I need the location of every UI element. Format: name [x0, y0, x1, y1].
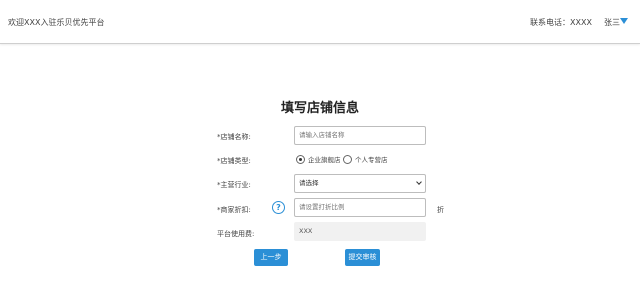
platform-fee-label: 平台使用费:: [217, 230, 255, 238]
radio-enterprise[interactable]: 企业旗舰店: [296, 154, 341, 164]
chevron-down-icon: [416, 179, 422, 185]
caret-down-icon[interactable]: [620, 18, 628, 24]
question-circle-icon[interactable]: ?: [272, 201, 285, 214]
radio-unchecked-icon: [343, 154, 352, 164]
user-name[interactable]: 张三: [604, 17, 620, 28]
platform-fee-value: XXX: [294, 222, 426, 241]
shop-name-input[interactable]: [294, 126, 426, 145]
discount-suffix: 折: [437, 206, 444, 214]
radio-checked-icon: [296, 154, 305, 164]
industry-label: *主营行业:: [217, 181, 251, 189]
shop-name-label: *店铺名称:: [217, 133, 251, 141]
industry-select[interactable]: 请选择: [294, 174, 426, 193]
submit-review-button[interactable]: 提交审核: [345, 249, 380, 266]
welcome-text: 欢迎XXX入驻乐贝优先平台: [8, 18, 105, 27]
discount-label: *商家折扣:: [217, 206, 251, 214]
radio-personal[interactable]: 个人专营店: [343, 154, 388, 164]
radio-label: 企业旗舰店: [308, 156, 341, 164]
radio-label: 个人专营店: [355, 156, 388, 164]
prev-step-button[interactable]: 上一步: [254, 249, 288, 266]
contact-phone: 联系电话：XXXX: [530, 18, 592, 27]
industry-selected-value: 请选择: [299, 179, 319, 187]
discount-input[interactable]: [294, 198, 426, 217]
top-bar: 欢迎XXX入驻乐贝优先平台 联系电话：XXXX 张三: [0, 0, 640, 44]
page-title: 填写店铺信息: [280, 101, 359, 116]
shop-type-label: *店铺类型:: [217, 157, 251, 165]
